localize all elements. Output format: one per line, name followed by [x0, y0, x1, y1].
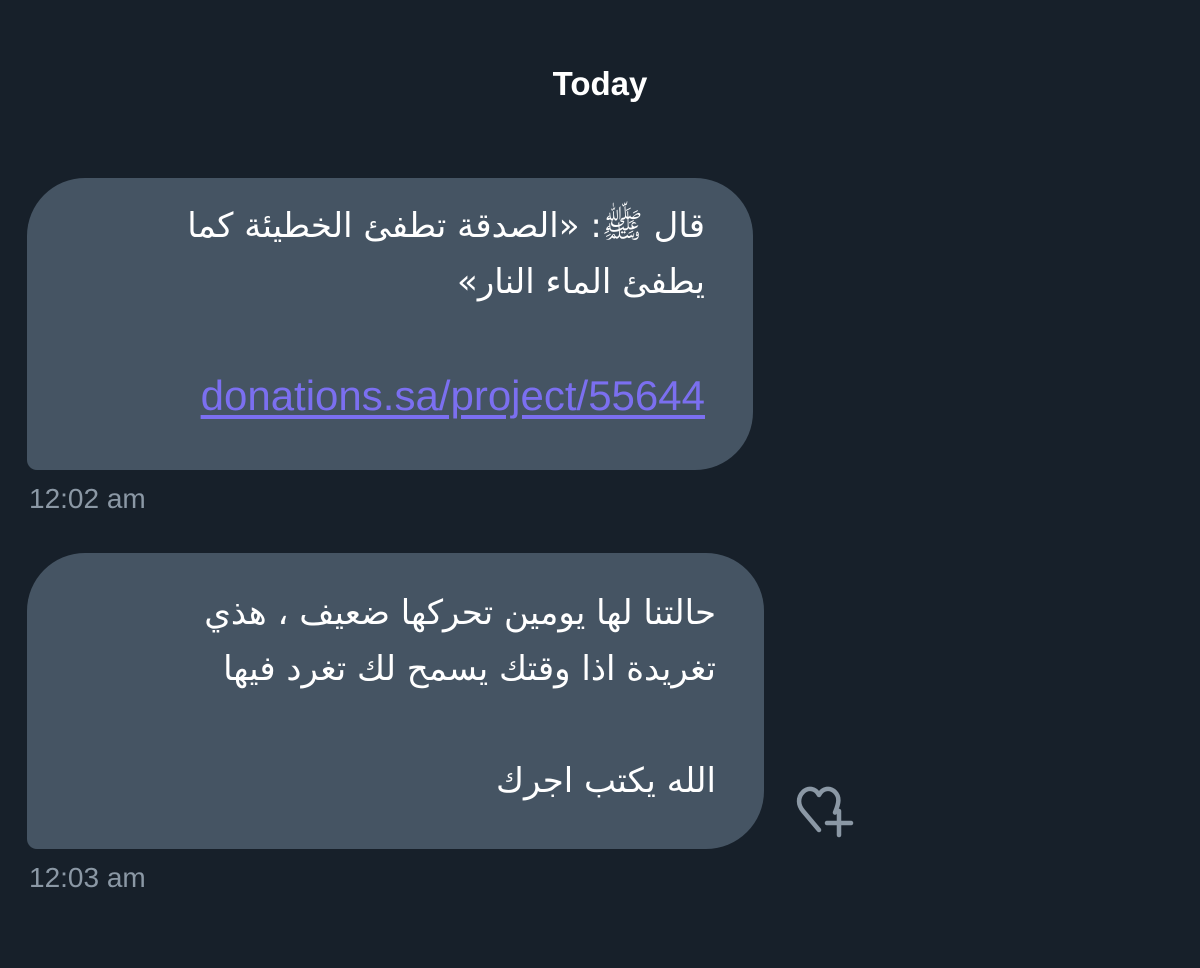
message-text-line: حالتنا لها يومين تحركها ضعيف ، هذي [204, 593, 716, 633]
message-link-row: donations.sa/project/55644 [87, 366, 705, 427]
message-bubble[interactable]: حالتنا لها يومين تحركها ضعيف ، هذي تغريد… [27, 553, 764, 849]
heart-plus-icon [796, 786, 854, 838]
message-spacer [87, 310, 705, 366]
date-separator: Today [552, 65, 648, 102]
message-timestamp: 12:02 am [29, 483, 146, 514]
message-text-line: الله يكتب اجرك [495, 761, 716, 801]
donation-link[interactable]: donations.sa/project/55644 [201, 366, 705, 426]
add-reaction-button[interactable] [793, 784, 857, 842]
message-timestamp: 12:03 am [29, 862, 146, 893]
message-spacer [87, 697, 716, 753]
message-bubble[interactable]: قال ﷺ: «الصدقة تطفئ الخطيئة كما يطفئ الم… [27, 178, 753, 470]
message-text-line: تغريدة اذا وقتك يسمح لك تغرد فيها [223, 649, 716, 689]
message-text-line: قال ﷺ: «الصدقة تطفئ الخطيئة كما [187, 206, 705, 246]
message-text-line: يطفئ الماء النار» [457, 262, 705, 302]
